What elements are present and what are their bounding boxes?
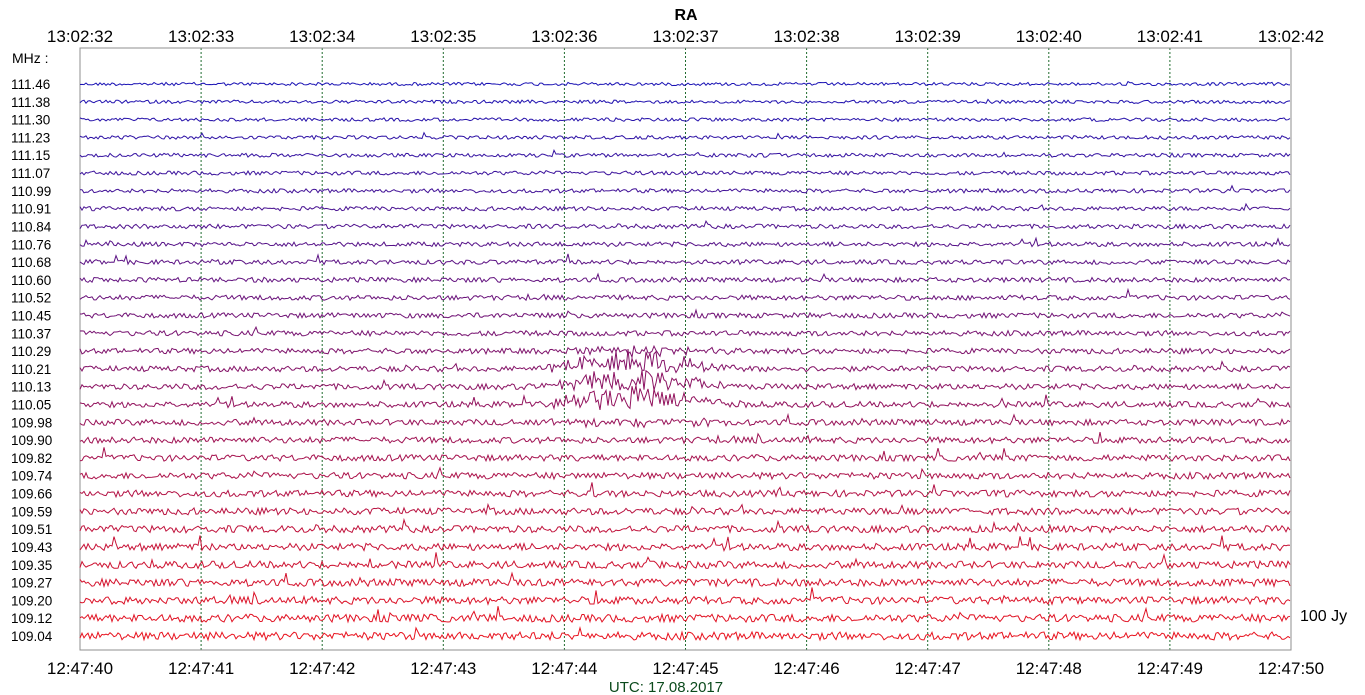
frequency-label: 109.59	[11, 504, 52, 519]
bottom-tick-label: 12:47:48	[1016, 659, 1082, 678]
frequency-label: 109.82	[11, 451, 52, 466]
radio-spectrogram-chart: RA 13:02:32 13:02:33 13:02:34 13:02:35 13:02…	[11, 7, 1347, 695]
top-tick-label: 13:02:40	[1016, 27, 1082, 46]
trace-line	[79, 236, 1291, 248]
frequency-label: 109.27	[11, 576, 52, 591]
frequency-label: 110.37	[11, 326, 51, 341]
frequency-label: 111.15	[11, 148, 50, 163]
bottom-tick-label: 12:47:44	[531, 659, 597, 678]
top-time-axis: 13:02:32 13:02:33 13:02:34 13:02:35 13:02:36…	[47, 27, 1324, 46]
frequency-labels: 111.46 111.38 111.30 111.23 111.15 111.07 110.…	[11, 77, 53, 644]
top-tick-label: 13:02:42	[1258, 27, 1324, 46]
bottom-tick-label: 12:47:43	[410, 659, 476, 678]
top-tick-label: 13:02:34	[289, 27, 355, 46]
top-tick-label: 13:02:41	[1137, 27, 1203, 46]
trace-line	[79, 344, 1291, 359]
frequency-label: 109.04	[11, 629, 53, 644]
bottom-tick-label: 12:47:47	[895, 659, 961, 678]
frequency-label: 110.91	[11, 202, 51, 217]
frequency-label: 110.45	[11, 308, 51, 323]
bottom-tick-label: 12:47:40	[47, 659, 113, 678]
bottom-tick-label: 12:47:45	[652, 659, 718, 678]
frequency-label: 110.60	[11, 273, 51, 288]
trace-line	[79, 80, 1291, 87]
frequency-unit-label: MHz :	[12, 50, 49, 66]
frequency-label: 110.99	[11, 184, 51, 199]
bottom-tick-label: 12:47:49	[1137, 659, 1203, 678]
frequency-label: 110.84	[11, 219, 52, 234]
utc-date-label: UTC: 17.08.2017	[609, 679, 723, 695]
frequency-label: 109.35	[11, 558, 52, 573]
bottom-tick-label: 12:47:50	[1258, 659, 1324, 678]
top-tick-label: 13:02:37	[652, 27, 718, 46]
frequency-label: 111.07	[11, 166, 50, 181]
bottom-tick-label: 12:47:46	[774, 659, 840, 678]
trace-line	[79, 253, 1291, 266]
bottom-tick-label: 12:47:42	[289, 659, 355, 678]
trace-line	[79, 117, 1291, 123]
frequency-label: 109.12	[11, 611, 52, 626]
bottom-tick-label: 12:47:41	[168, 659, 234, 678]
frequency-label: 110.76	[11, 237, 51, 252]
top-tick-label: 13:02:35	[410, 27, 476, 46]
bottom-time-axis: 12:47:40 12:47:41 12:47:42 12:47:43 12:47:44…	[47, 659, 1324, 678]
frequency-label: 109.51	[11, 522, 52, 537]
trace-line	[79, 287, 1291, 302]
frequency-label: 110.05	[11, 398, 51, 413]
top-tick-label: 13:02:36	[531, 27, 597, 46]
top-tick-label: 13:02:39	[895, 27, 961, 46]
frequency-label: 110.52	[11, 291, 51, 306]
scale-label: 100 Jy	[1300, 608, 1347, 625]
frequency-label: 111.46	[11, 77, 50, 92]
chart-title: RA	[674, 7, 698, 24]
top-tick-label: 13:02:33	[168, 27, 234, 46]
frequency-label: 110.68	[11, 255, 51, 270]
frequency-label: 109.98	[11, 415, 52, 430]
top-tick-label: 13:02:38	[774, 27, 840, 46]
frequency-label: 111.30	[11, 113, 50, 128]
top-tick-label: 13:02:32	[47, 27, 113, 46]
frequency-label: 109.90	[11, 433, 52, 448]
frequency-label: 111.38	[11, 95, 50, 110]
frequency-label: 110.29	[11, 344, 51, 359]
frequency-label: 109.43	[11, 540, 52, 555]
frequency-label: 109.66	[11, 487, 52, 502]
frequency-label: 110.21	[11, 362, 51, 377]
frequency-label: 109.20	[11, 593, 52, 608]
frequency-label: 111.23	[11, 130, 50, 145]
frequency-label: 110.13	[11, 380, 51, 395]
frequency-label: 109.74	[11, 469, 53, 484]
